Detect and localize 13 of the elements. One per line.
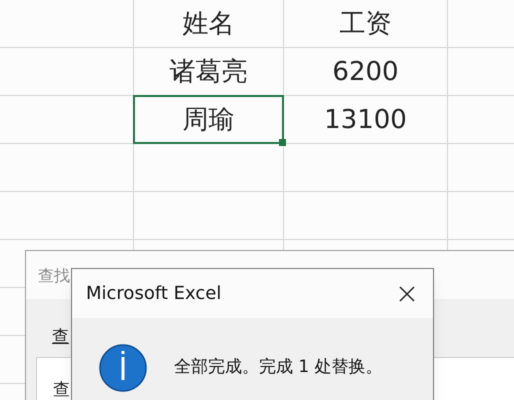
info-icon [99,344,147,392]
message-text: 全部完成。完成 1 处替换。 [174,356,383,380]
table-cell: 6200 [332,58,399,84]
table-cell: 工资 [340,10,392,36]
dialog-title: Microsoft Excel [86,282,222,306]
table-cell: 周瑜 [182,106,234,132]
table-cell: 13100 [324,106,407,132]
field-label: 查 [53,380,70,400]
table-cell: 诸葛亮 [170,58,248,84]
close-icon [397,284,417,304]
table-cell: 姓名 [182,10,234,36]
find-tab[interactable]: 查 [52,327,69,347]
dialog-title: 查找 [38,266,70,285]
